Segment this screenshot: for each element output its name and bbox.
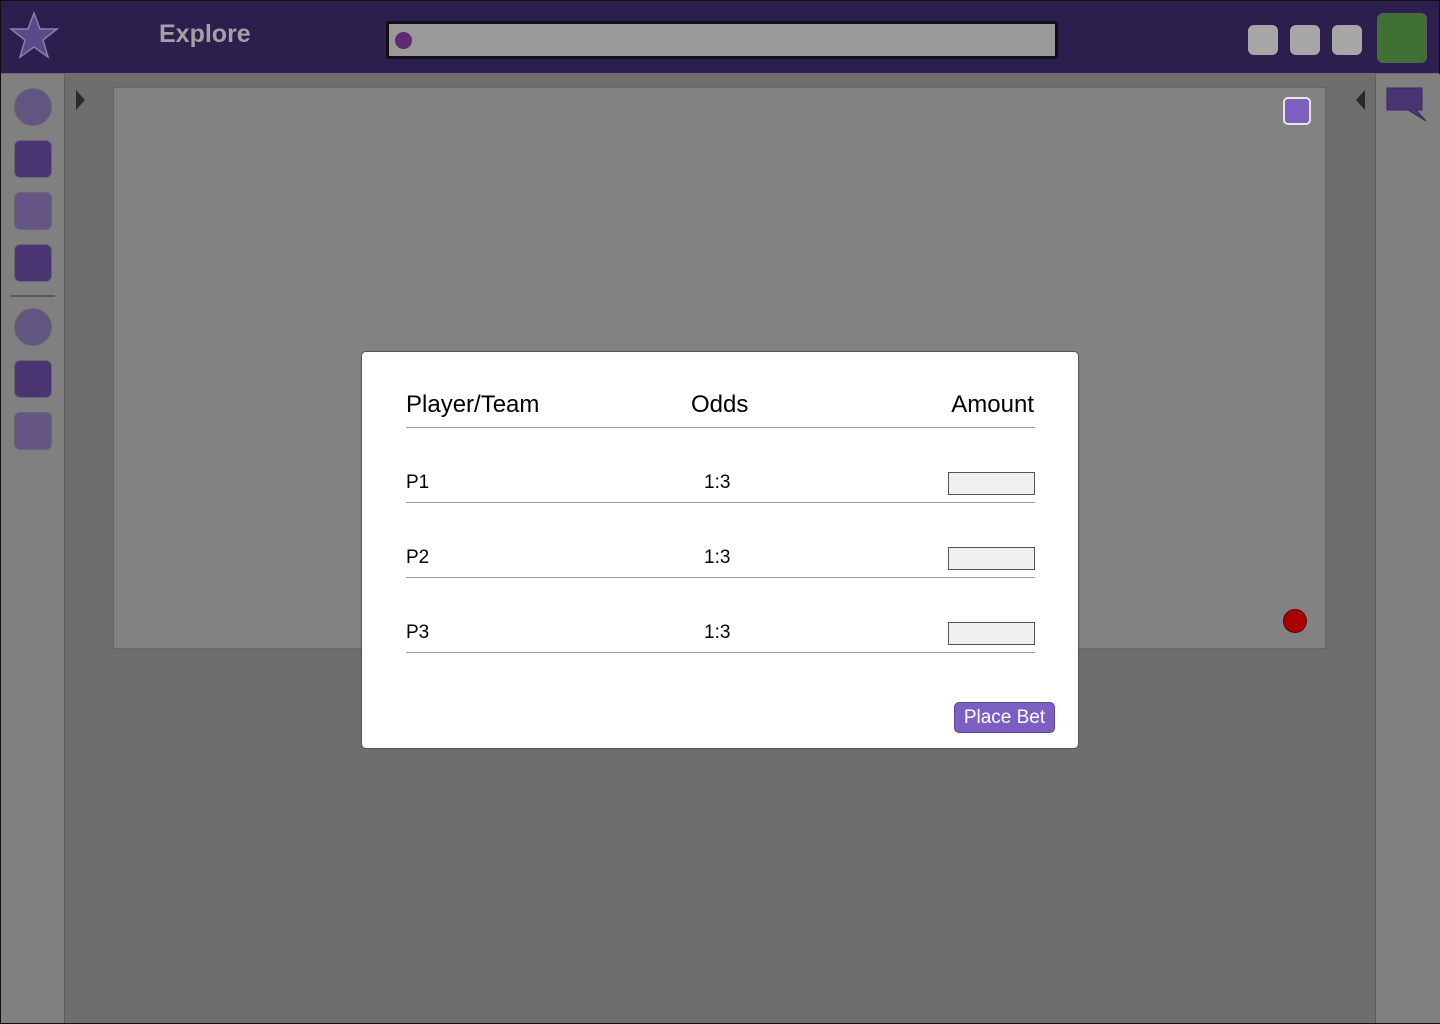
amount-input[interactable] [948, 472, 1035, 495]
top-bar: Explore [1, 1, 1439, 73]
row-odds: 1:3 [704, 622, 731, 643]
bet-dialog: Player/Team Odds Amount P1 1:3 P2 1:3 P3… [361, 351, 1079, 749]
row-odds: 1:3 [704, 472, 731, 493]
row-divider [406, 577, 1035, 578]
sidebar-item-3[interactable] [14, 192, 52, 230]
caret-left-icon[interactable] [1354, 89, 1366, 116]
sidebar-item-6[interactable] [14, 360, 52, 398]
search-bar[interactable] [386, 21, 1058, 59]
left-sidebar [1, 74, 65, 1023]
amount-input[interactable] [948, 622, 1035, 645]
row-player: P3 [406, 622, 430, 643]
toolbar-button-2[interactable] [1290, 25, 1320, 55]
speech-bubble-icon[interactable] [1386, 86, 1427, 127]
row-player: P1 [406, 472, 430, 493]
row-odds: 1:3 [704, 547, 731, 568]
sidebar-divider [11, 295, 55, 297]
header-amount: Amount [951, 391, 1034, 418]
search-icon [395, 32, 412, 49]
row-divider [406, 502, 1035, 503]
amount-input[interactable] [948, 547, 1035, 570]
sidebar-item-7[interactable] [14, 412, 52, 450]
page-title: Explore [159, 20, 251, 48]
row-divider [406, 652, 1035, 653]
canvas-toggle-button[interactable] [1283, 97, 1311, 125]
sidebar-item-1[interactable] [14, 88, 52, 126]
header-player-team: Player/Team [406, 391, 540, 418]
toolbar-button-1[interactable] [1248, 25, 1278, 55]
header-odds: Odds [691, 391, 749, 418]
right-sidebar [1375, 74, 1440, 1023]
place-bet-button[interactable]: Place Bet [954, 702, 1055, 733]
star-icon[interactable] [8, 10, 60, 61]
row-player: P2 [406, 547, 430, 568]
avatar[interactable] [1377, 13, 1427, 63]
header-divider [406, 427, 1035, 428]
toolbar-button-3[interactable] [1332, 25, 1362, 55]
record-indicator[interactable] [1283, 609, 1307, 633]
sidebar-item-4[interactable] [14, 244, 52, 282]
sidebar-item-2[interactable] [14, 140, 52, 178]
caret-right-icon[interactable] [75, 89, 87, 116]
sidebar-item-5[interactable] [14, 308, 52, 346]
